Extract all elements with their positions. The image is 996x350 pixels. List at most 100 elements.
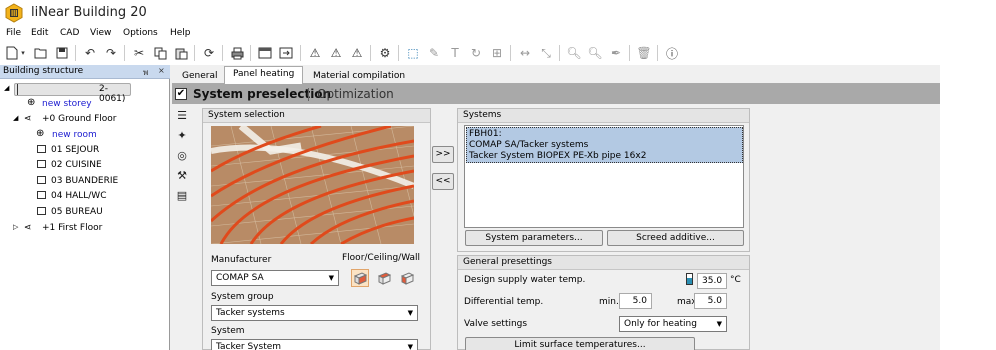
- warning-list-icon[interactable]: ⚠: [328, 45, 344, 61]
- delete-icon[interactable]: 🗑︎: [636, 45, 652, 61]
- tab-panel-heating[interactable]: Panel heating: [224, 66, 304, 84]
- import-icon[interactable]: [278, 45, 294, 61]
- collapse-icon[interactable]: ◢: [13, 114, 18, 122]
- toolbar-separator: [75, 45, 76, 61]
- undo-icon[interactable]: ↶: [82, 45, 98, 61]
- system-select[interactable]: Tacker System ▼: [211, 339, 418, 350]
- manufacturer-select[interactable]: COMAP SA ▼: [211, 270, 339, 286]
- window-icon[interactable]: [257, 45, 273, 61]
- open-icon[interactable]: [33, 45, 49, 61]
- select-icon[interactable]: ⬚: [405, 45, 421, 61]
- wall-heating-icon[interactable]: [398, 269, 416, 287]
- tab-material-compilation[interactable]: Material compilation: [305, 69, 413, 84]
- supply-temp-unit: °C: [730, 275, 741, 285]
- ceiling-heating-icon[interactable]: [375, 269, 393, 287]
- room-icon: [37, 207, 46, 215]
- zoom-in-icon[interactable]: 🔍︎: [587, 45, 603, 61]
- dimension-icon[interactable]: ↔: [517, 45, 533, 61]
- text-icon[interactable]: T: [447, 45, 463, 61]
- eyedropper-icon[interactable]: ✒: [608, 45, 624, 61]
- systems-list[interactable]: FBH01: COMAP SA/Tacker systems Tacker Sy…: [464, 125, 744, 228]
- save-icon[interactable]: [54, 45, 70, 61]
- new-dropdown-icon[interactable]: ▾: [19, 45, 27, 61]
- system-group-select[interactable]: Tacker systems ▼: [211, 305, 418, 321]
- expand-icon[interactable]: ▷: [13, 223, 18, 231]
- system-label: System: [211, 326, 245, 336]
- menu-view[interactable]: View: [90, 28, 111, 38]
- chevron-down-icon: ▼: [716, 320, 722, 328]
- room-icon: [37, 191, 46, 199]
- new-icon[interactable]: [4, 45, 20, 61]
- menu-cad[interactable]: CAD: [60, 28, 79, 38]
- min-label: min.: [599, 297, 619, 307]
- panel-title: Building structure: [3, 66, 84, 76]
- menu-help[interactable]: Help: [170, 28, 191, 38]
- toolbar-separator: [398, 45, 399, 61]
- remove-system-button[interactable]: <<: [432, 173, 454, 190]
- section-optimization[interactable]: Optimization: [317, 87, 394, 101]
- copy-icon[interactable]: [152, 45, 168, 61]
- toolbar-separator: [300, 45, 301, 61]
- warning-icon[interactable]: ⚠: [307, 45, 323, 61]
- valve-settings-select[interactable]: Only for heating ▼: [619, 316, 727, 332]
- max-temp-input[interactable]: 5.0: [694, 293, 727, 309]
- list-icon[interactable]: ☰: [175, 109, 189, 123]
- systems-list-item-selected[interactable]: FBH01: COMAP SA/Tacker systems Tacker Sy…: [466, 127, 743, 163]
- print-icon[interactable]: [229, 45, 245, 61]
- side-toolbar: ☰ ✦ ◎ ⚒ ▤: [172, 104, 192, 350]
- building-icon: [17, 84, 27, 95]
- refresh-icon[interactable]: ⟳: [201, 45, 217, 61]
- tree-item-building[interactable]: ◢ 2-0061): [0, 82, 170, 104]
- tree-item-ground-floor[interactable]: ◢ ⋖ +0 Ground Floor: [0, 112, 170, 127]
- rotate-icon[interactable]: ↻: [468, 45, 484, 61]
- wand-icon[interactable]: ✦: [175, 129, 189, 143]
- collapse-icon[interactable]: ◢: [4, 84, 9, 92]
- menu-options[interactable]: Options: [123, 28, 158, 38]
- zoom-out-icon[interactable]: 🔍︎: [566, 45, 582, 61]
- screed-additive-button[interactable]: Screed additive...: [607, 230, 744, 246]
- tree-item-new-storey[interactable]: ⊕ new storey: [0, 97, 170, 112]
- floor-heating-icon[interactable]: [351, 269, 369, 287]
- paste-icon[interactable]: [173, 45, 189, 61]
- tacker-system-image: [211, 126, 414, 244]
- supply-temp-input[interactable]: 35.0: [697, 273, 727, 289]
- tab-general[interactable]: General: [174, 69, 225, 84]
- pin-icon[interactable]: พ: [143, 66, 148, 79]
- section-title[interactable]: System preselection: [193, 87, 331, 101]
- section-checkbox[interactable]: ✔: [175, 88, 187, 100]
- system-parameters-button[interactable]: System parameters...: [465, 230, 603, 246]
- tree-item-room[interactable]: 05 BUREAU: [0, 205, 170, 220]
- group-icon[interactable]: ⊞: [489, 45, 505, 61]
- close-icon[interactable]: ×: [158, 66, 165, 75]
- settings-icon[interactable]: ⚙: [377, 45, 393, 61]
- systems-group: Systems FBH01: COMAP SA/Tacker systems T…: [457, 108, 750, 252]
- tree-item-new-room[interactable]: ⊕ new room: [0, 128, 170, 143]
- group-title: Systems: [458, 109, 749, 123]
- cut-icon[interactable]: ✂: [131, 45, 147, 61]
- tree-selected-building[interactable]: 2-0061): [14, 83, 131, 104]
- export-icon[interactable]: ▤: [175, 189, 189, 203]
- pipe-roll-icon[interactable]: ◎: [175, 149, 189, 163]
- limit-surface-temps-button[interactable]: Limit surface temperatures...: [465, 337, 695, 350]
- room-icon: [37, 145, 46, 153]
- tree-item-first-floor[interactable]: ▷ ⋖ +1 First Floor: [0, 221, 170, 236]
- tree-item-room[interactable]: 03 BUANDERIE: [0, 174, 170, 189]
- tree-item-label: 03 BUANDERIE: [51, 176, 119, 186]
- menu-edit[interactable]: Edit: [31, 28, 48, 38]
- system-name: Tacker System BIOPEX PE-Xb pipe 16x2: [469, 151, 647, 161]
- tree-item-room[interactable]: 04 HALL/WC: [0, 189, 170, 204]
- warning-table-icon[interactable]: ⚠: [349, 45, 365, 61]
- info-icon[interactable]: ⓘ: [664, 45, 680, 61]
- tree-item-room[interactable]: 01 SEJOUR: [0, 143, 170, 158]
- tools-icon[interactable]: ⚒: [175, 169, 189, 183]
- chevron-down-icon: ▼: [407, 343, 413, 350]
- min-temp-input[interactable]: 5.0: [619, 293, 652, 309]
- tree-item-label: +0 Ground Floor: [42, 114, 117, 124]
- scale-icon[interactable]: ⤡: [538, 45, 554, 61]
- section-header: ✔ System preselection Optimization: [172, 84, 940, 104]
- add-system-button[interactable]: >>: [432, 146, 454, 163]
- redo-icon[interactable]: ↷: [103, 45, 119, 61]
- menu-file[interactable]: File: [6, 28, 21, 38]
- tree-item-room[interactable]: 02 CUISINE: [0, 158, 170, 173]
- pencil-icon[interactable]: ✎: [426, 45, 442, 61]
